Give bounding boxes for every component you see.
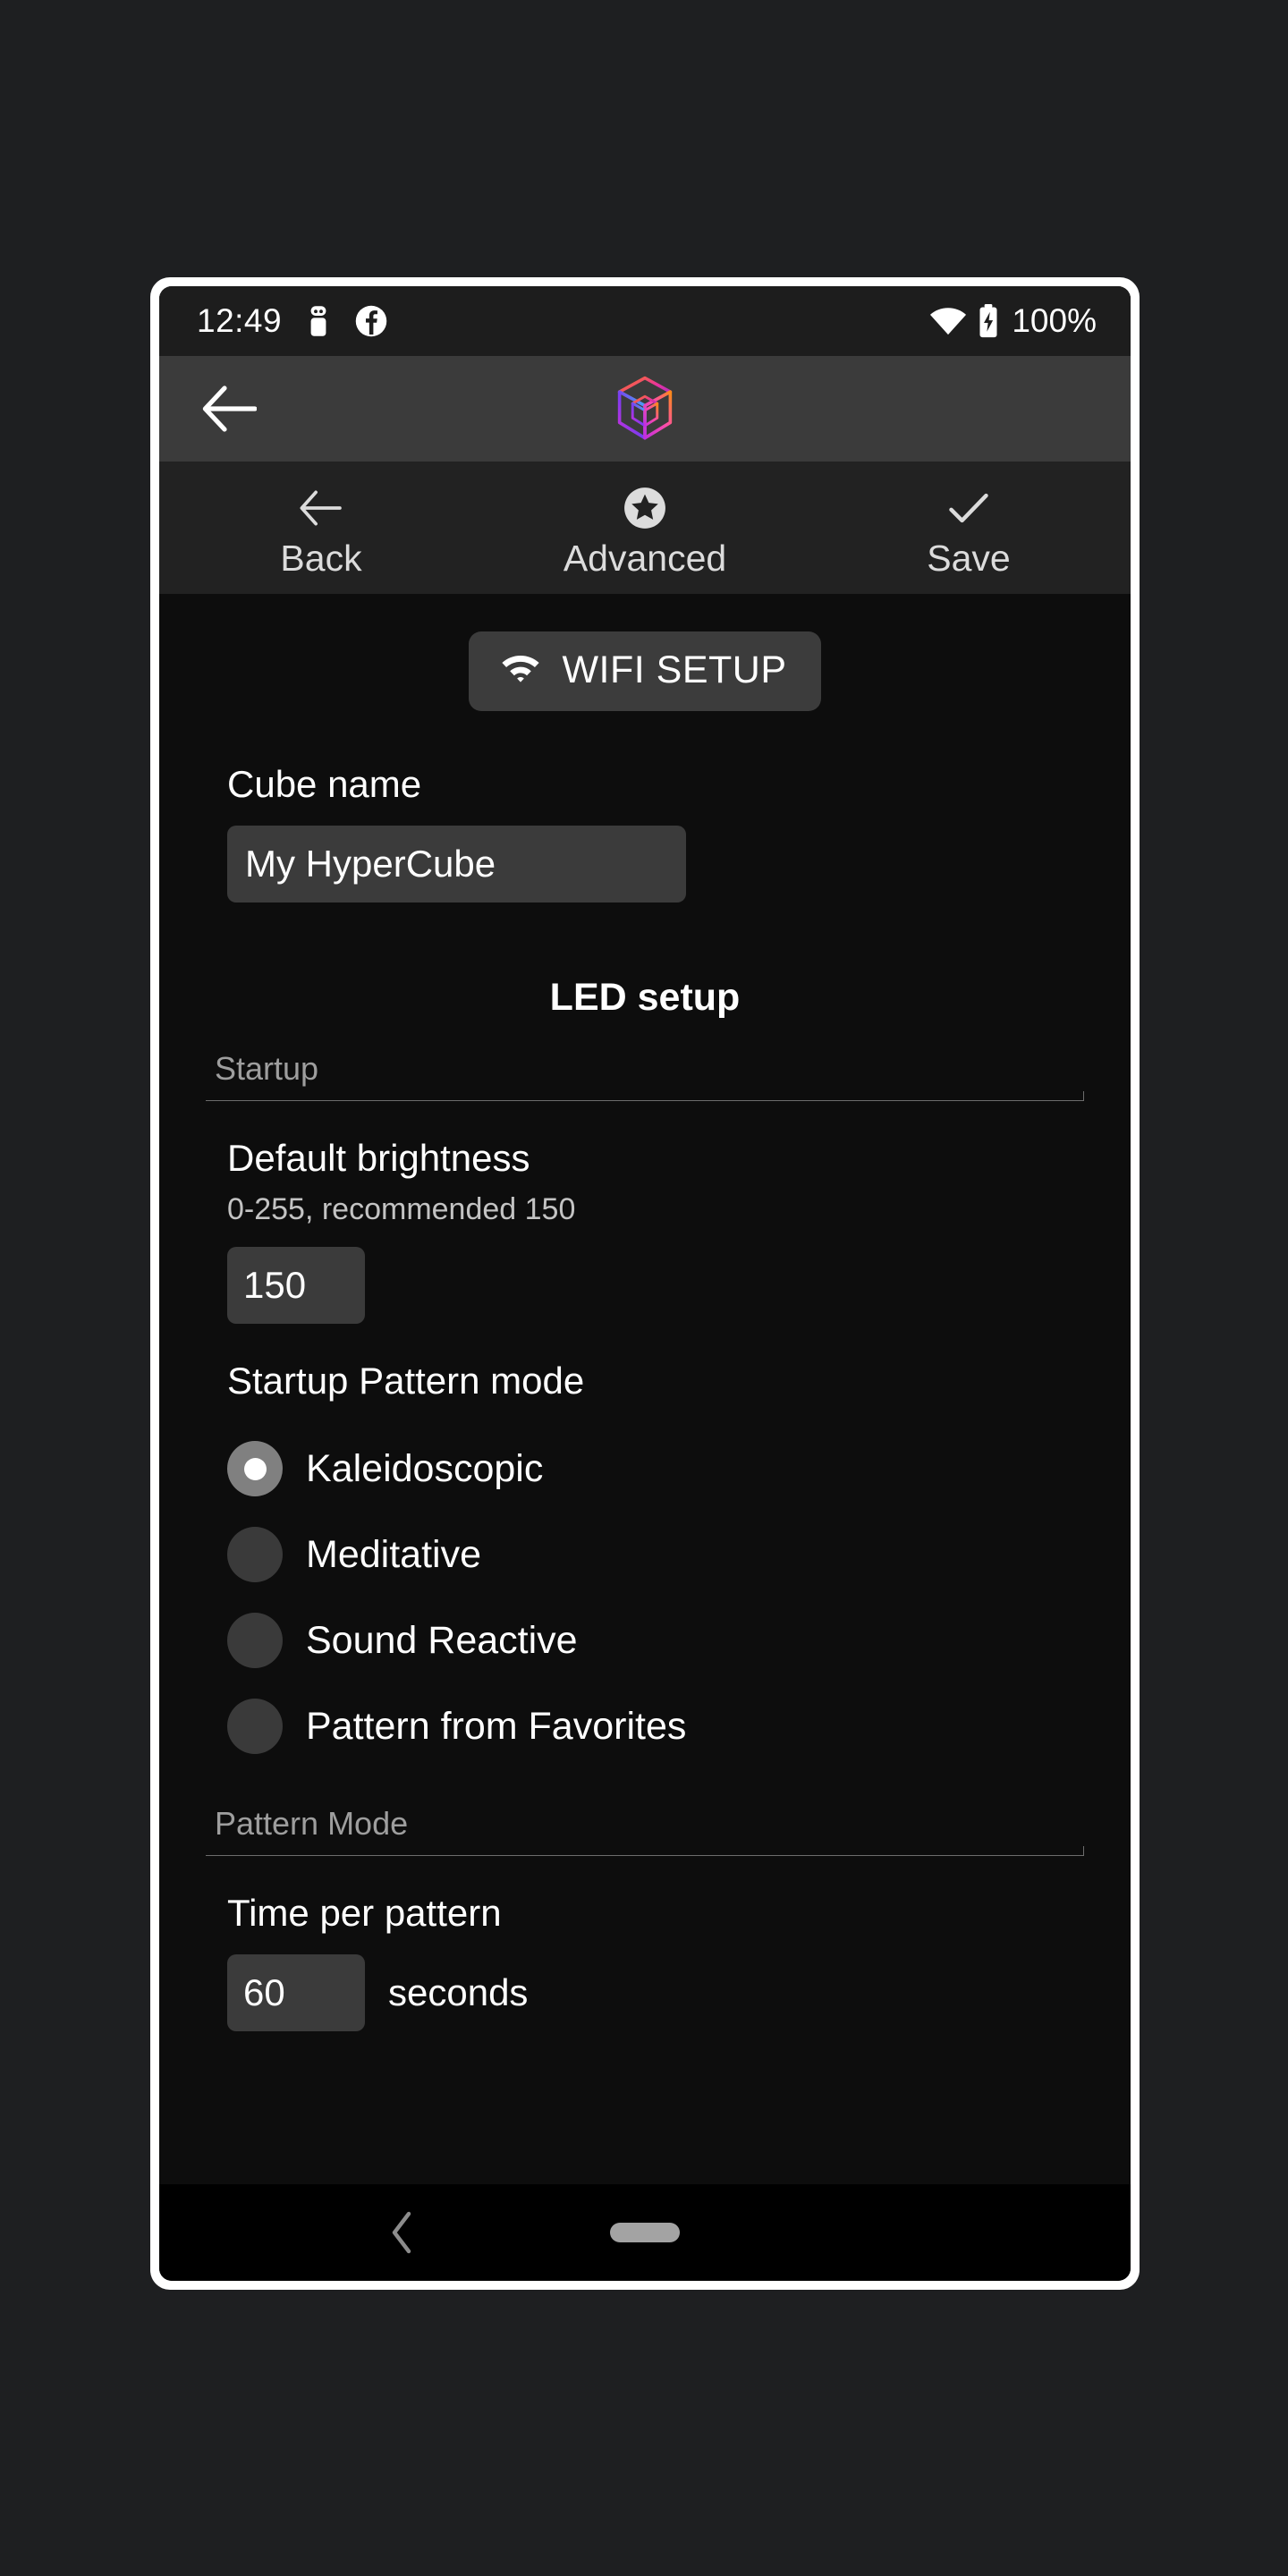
toolbar-back-button[interactable]: Back — [159, 462, 483, 594]
pattern-mode-legend: Pattern Mode — [215, 1805, 409, 1842]
startup-legend: Startup — [215, 1050, 319, 1087]
cube-name-label: Cube name — [227, 763, 422, 805]
app-bar — [159, 356, 1131, 462]
default-brightness-hint: 0-255, recommended 150 — [227, 1192, 576, 1226]
settings-content: WIFI SETUP Cube name LED setup Startup D… — [159, 594, 1131, 2184]
time-per-pattern-row: seconds — [227, 1954, 1104, 2031]
startup-pattern-mode-radiogroup: Kaleidoscopic Meditative Sound Reactive — [186, 1426, 1104, 1769]
battery-percent-label: 100% — [1012, 302, 1097, 339]
default-brightness-title: Default brightness — [227, 1137, 530, 1179]
toolbar-back-label: Back — [280, 537, 362, 579]
android-navigation-bar — [159, 2184, 1131, 2281]
time-per-pattern-input[interactable] — [227, 1954, 365, 2031]
status-bar-left: 12:49 — [197, 302, 387, 340]
radio-label: Pattern from Favorites — [306, 1704, 687, 1748]
radio-dot-icon — [243, 1457, 267, 1480]
nav-home-pill[interactable] — [610, 2223, 680, 2242]
radio-option-sound-reactive[interactable]: Sound Reactive — [227, 1597, 1104, 1683]
hypercube-logo — [606, 370, 683, 447]
led-setup-title: LED setup — [549, 976, 741, 1019]
phone-screen: 12:49 100% Back Advanced Save WIFI SETUP… — [159, 286, 1131, 2281]
nav-back-button[interactable] — [371, 2201, 434, 2264]
radio-option-kaleidoscopic[interactable]: Kaleidoscopic — [227, 1426, 1104, 1512]
startup-divider — [206, 1091, 1084, 1101]
time-per-pattern-title: Time per pattern — [227, 1892, 502, 1934]
arrow-left-icon — [202, 386, 257, 432]
chevron-left-icon — [392, 2211, 411, 2254]
arrow-left-icon — [298, 485, 344, 531]
facebook-icon — [355, 305, 387, 337]
radio-option-pattern-from-favorites[interactable]: Pattern from Favorites — [227, 1683, 1104, 1769]
status-bar-right: 100% — [929, 302, 1097, 340]
status-bar: 12:49 100% — [159, 286, 1131, 356]
toolbar-advanced-label: Advanced — [563, 537, 727, 579]
toolbar-save-label: Save — [927, 537, 1011, 579]
wifi-setup-button[interactable]: WIFI SETUP — [469, 631, 821, 711]
radio-label: Kaleidoscopic — [306, 1446, 544, 1490]
app-bar-back-button[interactable] — [195, 377, 263, 440]
startup-fieldset: Startup — [206, 1050, 1084, 1101]
status-bar-clock: 12:49 — [197, 302, 283, 339]
cube-name-input[interactable] — [227, 826, 686, 902]
usb-debug-icon — [305, 305, 332, 337]
time-per-pattern-unit: seconds — [388, 1971, 529, 2013]
startup-pattern-mode-title: Startup Pattern mode — [227, 1360, 585, 1402]
radio-label: Sound Reactive — [306, 1618, 578, 1662]
radio-label: Meditative — [306, 1532, 481, 1576]
screenshot-stage: 12:49 100% Back Advanced Save WIFI SETUP… — [0, 0, 1288, 2576]
check-icon — [945, 485, 992, 531]
radio-mark-icon — [227, 1613, 283, 1668]
default-brightness-input[interactable] — [227, 1247, 365, 1324]
radio-mark-icon — [227, 1699, 283, 1754]
wifi-setup-label: WIFI SETUP — [562, 648, 787, 691]
radio-option-meditative[interactable]: Meditative — [227, 1512, 1104, 1597]
wifi-icon — [929, 306, 967, 336]
radio-mark-icon — [227, 1527, 283, 1582]
toolbar-save-button[interactable]: Save — [807, 462, 1131, 594]
star-circle-icon — [623, 485, 667, 531]
toolbar-advanced-button[interactable]: Advanced — [483, 462, 807, 594]
battery-charging-icon — [978, 304, 999, 338]
wifi-setup-row: WIFI SETUP — [186, 631, 1104, 711]
wifi-icon — [499, 652, 542, 689]
phone-frame: 12:49 100% Back Advanced Save WIFI SETUP… — [150, 277, 1140, 2290]
toolbar: Back Advanced Save — [159, 462, 1131, 594]
pattern-mode-fieldset: Pattern Mode — [206, 1805, 1084, 1856]
pattern-mode-divider — [206, 1846, 1084, 1856]
radio-mark-icon — [227, 1441, 283, 1496]
